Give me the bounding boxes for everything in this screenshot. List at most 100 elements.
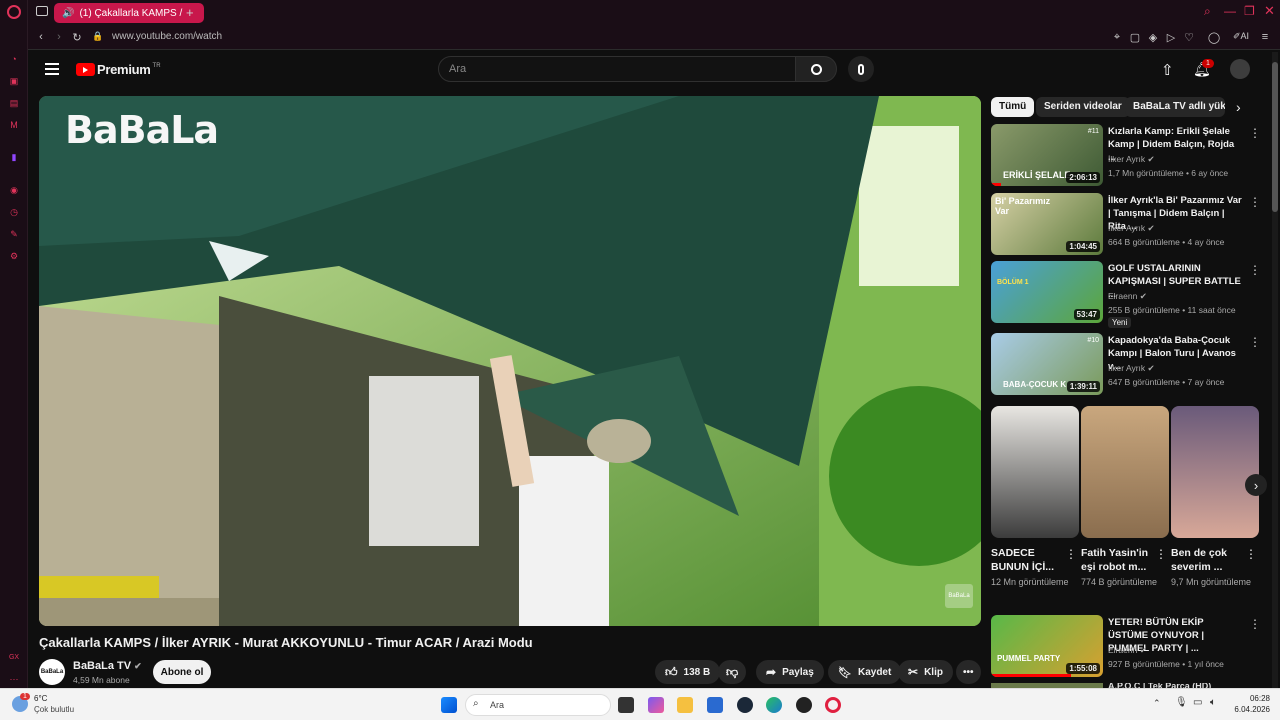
dislike-button[interactable]: 👎︎ [718, 660, 747, 684]
more-vert-icon[interactable]: ⋮ [1249, 195, 1261, 209]
settings-icon[interactable]: ⚙ [7, 249, 21, 263]
short-item[interactable]: Fatih Yasin'in eşi robot m... 774 B görü… [1081, 406, 1169, 589]
list-item[interactable]: ERİKLİ ŞELALE #11 2:06:13 Kızlarla Kamp:… [991, 124, 1261, 188]
channel-avatar[interactable]: BaBaLa [39, 659, 65, 685]
channel-name[interactable]: İlker Ayrık ✔ [1108, 363, 1155, 374]
video-thumbnail[interactable]: BABA-ÇOCUK K #10 1:39:11 [991, 333, 1103, 395]
steam-icon[interactable] [737, 697, 753, 713]
reload-icon[interactable]: ↻ [70, 31, 84, 44]
chip-channel-uploads[interactable]: BaBaLa TV adlı yükle [1125, 97, 1225, 117]
page-scrollbar[interactable] [1272, 52, 1278, 688]
opera-logo-icon[interactable] [7, 5, 21, 19]
list-item[interactable]: BÖLÜM 1 53:47 GOLF USTALARININ KAPIŞMASI… [991, 261, 1261, 331]
channel-name[interactable]: Elraenn ✔ [1108, 645, 1147, 656]
more-vert-icon[interactable]: ⋮ [1065, 547, 1077, 561]
store-icon[interactable] [707, 697, 723, 713]
hamburger-icon[interactable] [45, 63, 59, 75]
video-watermark[interactable]: BaBaLa [945, 584, 973, 608]
channel-name[interactable]: İlker Ayrık ✔ [1108, 223, 1155, 234]
send-icon[interactable]: ▷ [1164, 31, 1178, 44]
player-icon[interactable]: ◉ [7, 183, 21, 197]
back-icon[interactable]: ‹ [34, 31, 48, 43]
chips-next-icon[interactable]: › [1236, 99, 1241, 115]
profile-icon[interactable]: ◯ [1207, 31, 1221, 44]
clock-time[interactable]: 06:28 [1228, 694, 1270, 703]
video-player[interactable]: BaBaLa BaBaLa [39, 96, 981, 626]
scrollbar-thumb[interactable] [1272, 62, 1278, 212]
microphone-tray-icon[interactable]: 🎙︎ [1175, 697, 1188, 708]
more-vert-icon[interactable]: ⋮ [1245, 547, 1257, 561]
short-item[interactable]: Ben de çok severim ... 9,7 Mn görüntülem… [1171, 406, 1259, 589]
menu-icon[interactable]: ≡ [1258, 31, 1272, 43]
clip-button[interactable]: ✂ Klip [898, 660, 953, 684]
more-vert-icon[interactable]: ⋮ [1249, 335, 1261, 349]
twitch-icon[interactable]: ▮ [7, 150, 21, 164]
url-field[interactable]: www.youtube.com/watch [112, 31, 222, 42]
windows-start-icon[interactable] [441, 697, 457, 713]
workspace-icon[interactable] [36, 6, 48, 16]
mail-icon[interactable]: M [7, 118, 21, 132]
speed-dial-icon[interactable]: ◔ [7, 52, 21, 66]
search-input[interactable]: Ara [438, 56, 796, 82]
new-tab-icon[interactable]: + [186, 5, 194, 20]
gx-icon[interactable]: GX [7, 650, 21, 664]
ai-icon[interactable]: ✐AI [1228, 31, 1254, 42]
list-item[interactable]: BABA-ÇOCUK K #10 1:39:11 Kapadokya'da Ba… [991, 333, 1261, 397]
bookmark-icon[interactable]: ⌖ [1110, 31, 1124, 44]
more-icon[interactable]: ··· [7, 672, 21, 686]
channel-name[interactable]: BaBaLa TV ✔ [73, 660, 142, 672]
channel-name[interactable]: İlker Ayrık ✔ [1108, 154, 1155, 165]
heart-icon[interactable]: ♡ [1182, 31, 1196, 44]
network-icon[interactable]: ▭ [1193, 697, 1202, 708]
voice-search-button[interactable] [848, 56, 874, 82]
search-button[interactable] [795, 56, 837, 82]
history-icon[interactable]: ◷ [7, 205, 21, 219]
subscribe-button[interactable]: Abone ol [153, 660, 211, 684]
bag-icon[interactable]: ▣ [7, 74, 21, 88]
messenger-icon[interactable]: ▤ [7, 96, 21, 110]
short-title[interactable]: SADECE BUNUN İÇİ... [991, 546, 1065, 574]
edge-icon[interactable] [766, 697, 782, 713]
more-vert-icon[interactable]: ⋮ [1249, 126, 1261, 140]
taskbar-search[interactable]: Ara [465, 694, 611, 716]
close-window-icon[interactable]: ✕ [1264, 3, 1275, 19]
extensions-icon[interactable]: ✎ [7, 227, 21, 241]
short-title[interactable]: Fatih Yasin'in eşi robot m... [1081, 546, 1155, 574]
short-item[interactable]: SADECE BUNUN İÇİ... 12 Mn görüntüleme ⋮ [991, 406, 1079, 589]
chip-series[interactable]: Seriden videolar [1036, 97, 1130, 117]
avatar[interactable] [1230, 59, 1250, 79]
clock-date[interactable]: 6.04.2026 [1228, 705, 1270, 714]
opera-gx-icon[interactable] [796, 697, 812, 713]
youtube-logo[interactable]: Premium TR [76, 62, 161, 77]
volume-icon[interactable]: 🔈︎ [1210, 697, 1216, 708]
tray-chevron-icon[interactable]: ⌃ [1153, 698, 1161, 709]
shorts-next-icon[interactable]: › [1245, 474, 1267, 496]
short-thumbnail[interactable] [1081, 406, 1169, 538]
task-view-icon[interactable] [618, 697, 634, 713]
forward-icon[interactable]: › [52, 31, 66, 43]
tab-active[interactable]: 🔊 (1) Çakallarla KAMPS / [54, 3, 204, 23]
more-vert-icon[interactable]: ⋮ [1249, 263, 1261, 277]
search-tabs-icon[interactable]: ⌕ [1204, 4, 1211, 19]
more-actions-button[interactable]: ••• [956, 660, 981, 684]
list-item[interactable]: Bi' Pazarımız Var 1:04:45 İlker Ayrık'la… [991, 193, 1261, 257]
short-thumbnail[interactable] [991, 406, 1079, 538]
opera-icon[interactable] [825, 697, 841, 713]
maximize-icon[interactable]: ❐ [1244, 4, 1255, 18]
more-vert-icon[interactable]: ⋮ [1249, 617, 1261, 631]
short-title[interactable]: Ben de çok severim ... [1171, 546, 1245, 574]
save-button[interactable]: 🔖︎ Kaydet [828, 660, 902, 684]
list-item[interactable]: PUMMEL PARTY 1:55:08 YETER! BÜTÜN EKİP Ü… [991, 615, 1261, 679]
video-thumbnail[interactable]: BÖLÜM 1 53:47 [991, 261, 1103, 323]
copilot-icon[interactable] [648, 697, 664, 713]
video-thumbnail[interactable]: ERİKLİ ŞELALE #11 2:06:13 [991, 124, 1103, 186]
video-thumbnail[interactable]: Bi' Pazarımız Var 1:04:45 [991, 193, 1103, 255]
video-thumbnail[interactable]: PUMMEL PARTY 1:55:08 [991, 615, 1103, 677]
chip-all[interactable]: Tümü [991, 97, 1035, 117]
file-explorer-icon[interactable] [677, 697, 693, 713]
short-thumbnail[interactable] [1171, 406, 1259, 538]
shield-icon[interactable]: ◈ [1146, 31, 1160, 44]
share-button[interactable]: ➦ Paylaş [756, 660, 824, 684]
snapshot-icon[interactable]: ▢ [1128, 31, 1142, 44]
upload-icon[interactable]: ⇧ [1161, 61, 1174, 79]
